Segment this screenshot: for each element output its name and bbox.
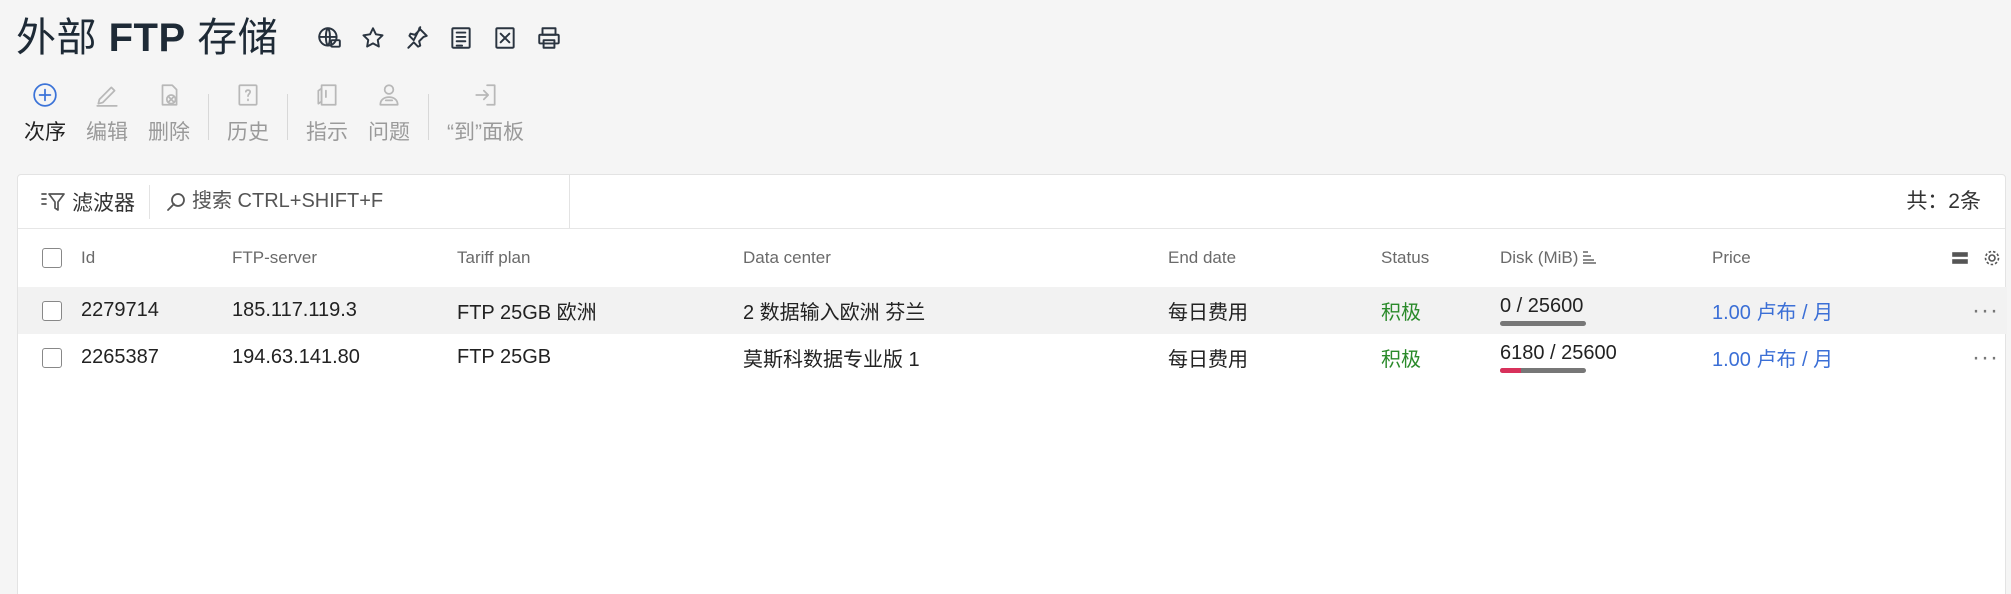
search-input[interactable] [192,190,552,213]
table-row[interactable]: 2279714 185.117.119.3 FTP 25GB 欧洲 2 数据输入… [18,287,2007,334]
toolbar-divider [287,94,288,140]
disk-usage-text: 0 / 25600 [1500,295,1584,317]
cell-price[interactable]: 1.00 卢布 / 月 [1712,287,1942,334]
column-toggle-icon[interactable] [1951,249,1969,267]
cell-end-date: 每日费用 [1168,349,1248,371]
settings-gear-icon[interactable] [1983,249,2001,267]
disk-usage-bar [1500,368,1586,373]
question-button-label: 问题 [368,121,410,144]
filter-label: 滤波器 [72,191,135,215]
delete-button-label: 删除 [148,121,190,144]
title-prefix: 外部 [16,16,109,60]
row-checkbox[interactable] [42,347,62,368]
cell-tariff-plan: FTP 25GB [457,346,552,368]
title-suffix: 存储 [185,16,279,60]
edit-button-label: 编辑 [86,121,128,144]
order-button[interactable]: 次序 [14,80,76,146]
cell-end-date: 每日费用 [1168,302,1248,324]
table-header-row: Id FTP-server Tariff plan Data center En… [18,229,2007,287]
cell-price[interactable]: 1.00 卢布 / 月 [1712,334,1942,381]
action-toolbar: 次序 编辑 删除 历史 指示 问题 “到”面板 [14,80,534,152]
star-icon[interactable] [358,23,388,53]
cell-id: 2265387 [81,346,159,368]
total-count: 共：2条 [1906,190,1981,213]
toolbar-divider [208,94,209,140]
to-panel-button[interactable]: “到”面板 [437,80,534,146]
page-header: 外部 FTP 存储 [16,12,564,64]
page-title: 外部 FTP 存储 [16,12,278,64]
row-checkbox[interactable] [42,300,62,321]
pencil-icon [92,80,122,110]
disk-usage-fill [1500,368,1521,373]
storage-table: Id FTP-server Tariff plan Data center En… [18,229,2007,381]
title-bold: FTP [108,16,186,60]
content-panel: 滤波器 共：2条 Id FTP-server Tariff plan Data … [17,174,2007,594]
history-button[interactable]: 历史 [217,80,279,146]
question-button[interactable]: 问题 [358,80,420,146]
cell-ftp-server: 185.117.119.3 [232,299,357,321]
print-icon[interactable] [534,23,564,53]
pin-icon[interactable] [402,23,432,53]
cell-data-center: 莫斯科数据专业版 1 [743,349,920,371]
order-button-label: 次序 [24,121,66,144]
cell-disk: 6180 / 25600 [1500,334,1712,381]
instruction-icon [312,80,342,110]
instruction-button[interactable]: 指示 [296,80,358,146]
column-header-id[interactable]: Id [81,229,232,287]
column-controls [1942,249,2007,267]
column-header-disk[interactable]: Disk (MiB) [1500,229,1712,287]
filter-button[interactable]: 滤波器 [18,175,149,228]
globe-icon[interactable] [314,23,344,53]
sort-icon [1578,248,1597,267]
login-panel-icon [471,80,501,110]
cell-disk: 0 / 25600 [1500,287,1712,334]
row-more-menu[interactable]: ··· [1942,334,2007,381]
cell-ftp-server: 194.63.141.80 [232,346,360,368]
column-header-data-center[interactable]: Data center [743,229,1168,287]
delete-doc-icon [154,80,184,110]
filter-icon [41,192,65,211]
table-row[interactable]: 2265387 194.63.141.80 FTP 25GB 莫斯科数据专业版 … [18,334,2007,381]
cell-status: 积极 [1381,349,1421,371]
instruction-button-label: 指示 [306,121,348,144]
disk-header-label: Disk (MiB) [1500,248,1579,267]
history-doc-icon [233,80,263,110]
row-more-menu[interactable]: ··· [1942,287,2007,334]
column-header-tariff-plan[interactable]: Tariff plan [457,229,743,287]
column-header-price[interactable]: Price [1712,229,1942,287]
add-circle-icon [30,80,60,110]
cell-data-center: 2 数据输入欧洲 芬兰 [743,302,926,324]
header-icon-bar [314,23,564,53]
list-doc-icon[interactable] [446,23,476,53]
to-panel-button-label: “到”面板 [447,121,524,144]
column-header-status[interactable]: Status [1381,229,1500,287]
cell-id: 2279714 [81,299,159,321]
disk-usage-text: 6180 / 25600 [1500,342,1617,364]
excel-export-icon[interactable] [490,23,520,53]
support-user-icon [374,80,404,110]
delete-button[interactable]: 删除 [138,80,200,146]
search-icon [167,192,185,211]
search-box [150,175,570,228]
history-button-label: 历史 [227,121,269,144]
cell-status: 积极 [1381,302,1421,324]
toolbar-divider [428,94,429,140]
filter-bar: 滤波器 共：2条 [18,175,2005,229]
disk-usage-bar [1500,321,1586,326]
edit-button[interactable]: 编辑 [76,80,138,146]
column-header-ftp-server[interactable]: FTP-server [232,229,457,287]
column-header-end-date[interactable]: End date [1168,229,1381,287]
select-all-checkbox[interactable] [42,248,62,268]
cell-tariff-plan: FTP 25GB 欧洲 [457,302,597,324]
